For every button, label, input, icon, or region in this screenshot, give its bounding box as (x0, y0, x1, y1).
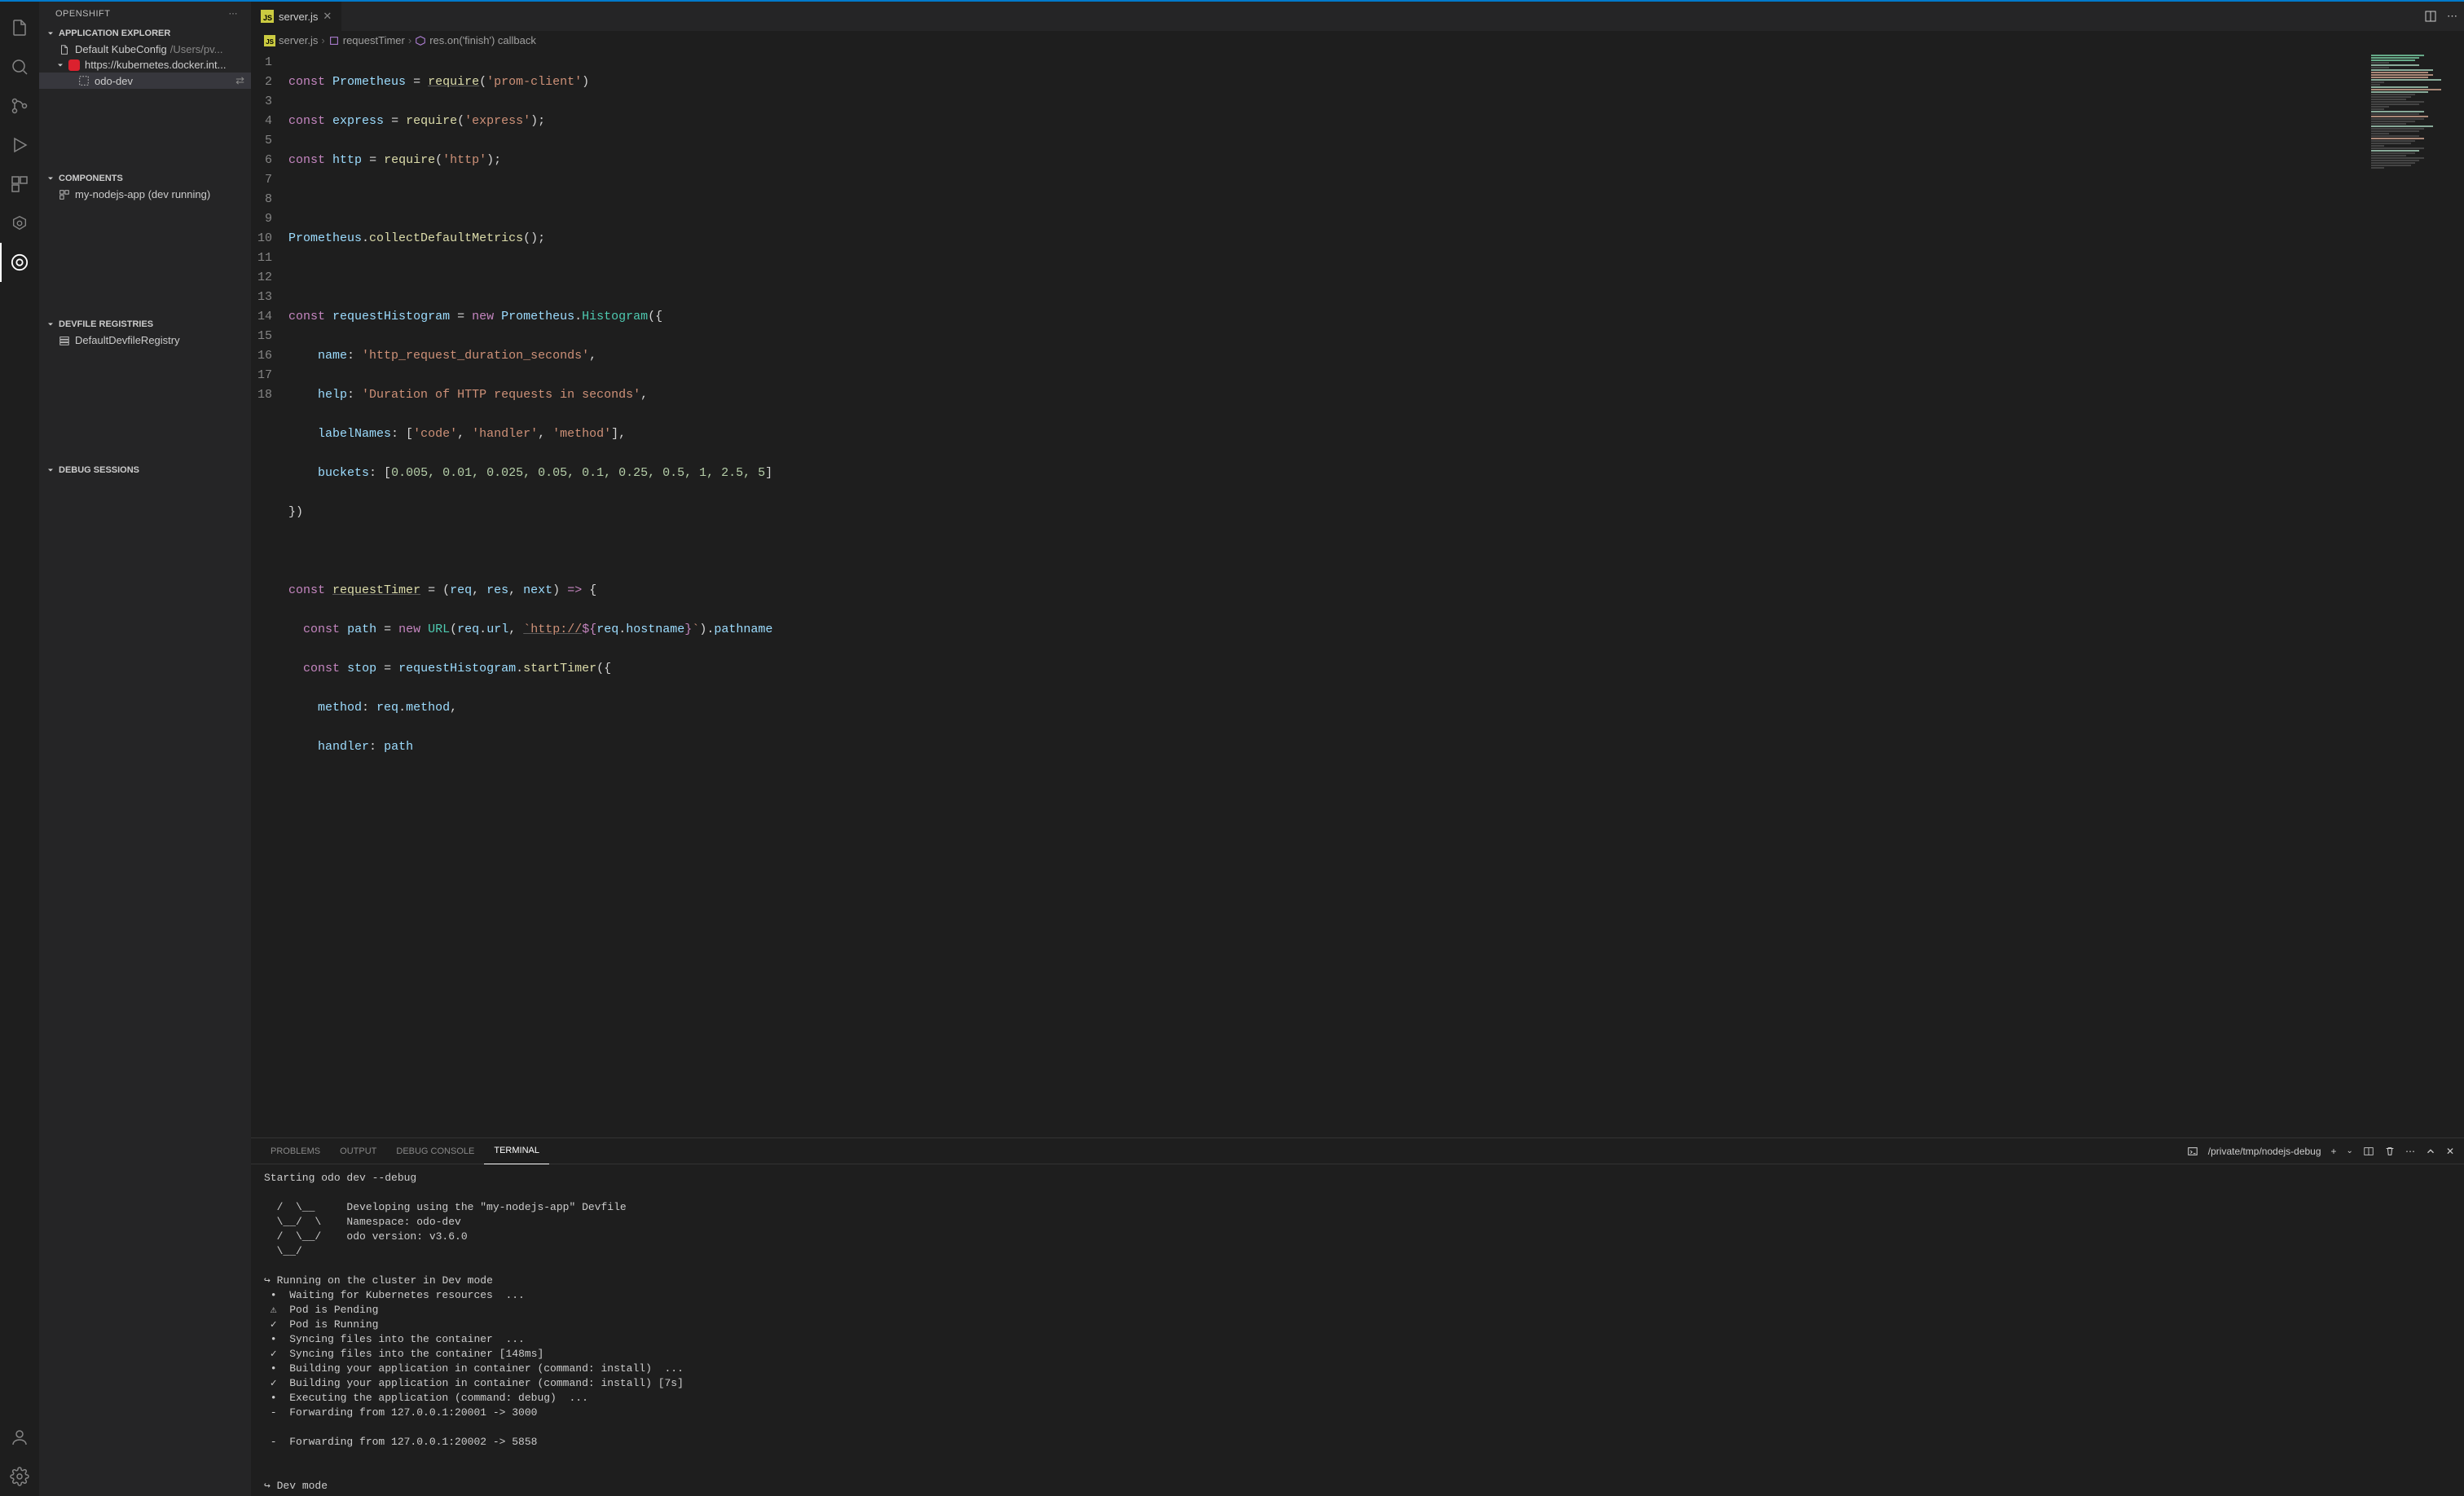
terminal-launch-icon[interactable] (2187, 1146, 2198, 1157)
code-content[interactable]: const Prometheus = require('prom-client'… (288, 50, 772, 1137)
panel-tab-terminal[interactable]: TERMINAL (484, 1138, 549, 1164)
tree-item-component[interactable]: my-nodejs-app (dev running) (39, 187, 251, 202)
registry-icon (59, 335, 70, 346)
section-debug: DEBUG SESSIONS (39, 462, 251, 478)
chevron-down-icon (46, 174, 55, 183)
split-terminal-icon[interactable] (2363, 1146, 2374, 1157)
breadcrumb-sep: › (408, 34, 411, 46)
tab-actions: ⋯ (2418, 2, 2464, 31)
settings-gear-icon[interactable] (0, 1457, 39, 1496)
sidebar-header: OPENSHIFT ⋯ (39, 2, 251, 25)
activity-bar (0, 2, 39, 1496)
app-root: OPENSHIFT ⋯ APPLICATION EXPLORER Default… (0, 0, 2464, 1496)
explorer-icon[interactable] (0, 8, 39, 47)
method-icon (415, 35, 426, 46)
chevron-down-icon (46, 465, 55, 475)
file-icon (59, 44, 70, 55)
breadcrumb-sep: › (321, 34, 324, 46)
tree-label: DefaultDevfileRegistry (75, 334, 180, 346)
openshift-cluster-icon (68, 59, 80, 71)
sidebar: OPENSHIFT ⋯ APPLICATION EXPLORER Default… (39, 2, 251, 1496)
accounts-icon[interactable] (0, 1418, 39, 1457)
tree-item-cluster[interactable]: https://kubernetes.docker.int... (39, 57, 251, 73)
namespace-icon (78, 75, 90, 86)
javascript-icon: JS (264, 35, 275, 46)
section-title: APPLICATION EXPLORER (59, 29, 170, 38)
section-title: DEVFILE REGISTRIES (59, 319, 153, 329)
section-header-debug[interactable]: DEBUG SESSIONS (39, 462, 251, 478)
javascript-icon: JS (261, 10, 274, 23)
section-app-explorer: APPLICATION EXPLORER Default KubeConfig … (39, 25, 251, 89)
breadcrumbs[interactable]: JS server.js › requestTimer › res.on('fi… (251, 31, 2464, 50)
tree-label: Default KubeConfig (75, 43, 167, 55)
panel-tabs: PROBLEMS OUTPUT DEBUG CONSOLE TERMINAL /… (251, 1138, 2464, 1164)
openshift-icon[interactable] (0, 243, 39, 282)
breadcrumb-symbol[interactable]: requestTimer (343, 34, 405, 46)
main-area: JS server.js ✕ ⋯ JS server.js › requestT… (251, 2, 2464, 1496)
run-debug-icon[interactable] (0, 125, 39, 165)
line-gutter: 123456789101112131415161718 (251, 50, 288, 1137)
breadcrumb-file[interactable]: server.js (279, 34, 318, 46)
chevron-down-icon[interactable]: ⌄ (2347, 1146, 2353, 1155)
more-icon[interactable]: ⋯ (229, 8, 239, 19)
more-icon[interactable]: ⋯ (2405, 1146, 2415, 1157)
terminal-dropdown[interactable]: /private/tmp/nodejs-debug (2208, 1146, 2321, 1157)
section-title: COMPONENTS (59, 174, 123, 183)
source-control-icon[interactable] (0, 86, 39, 125)
bottom-panel: PROBLEMS OUTPUT DEBUG CONSOLE TERMINAL /… (251, 1137, 2464, 1496)
kubernetes-icon[interactable] (0, 204, 39, 243)
more-icon[interactable]: ⋯ (2447, 10, 2457, 23)
terminal-output[interactable]: Starting odo dev --debug / \__ Developin… (251, 1164, 2464, 1496)
close-icon[interactable]: ✕ (323, 10, 332, 23)
panel-tab-debug-console[interactable]: DEBUG CONSOLE (386, 1138, 484, 1164)
tree-label: https://kubernetes.docker.int... (85, 59, 226, 71)
sidebar-title: OPENSHIFT (55, 9, 110, 19)
tab-label: server.js (279, 11, 318, 23)
tree-item-registry[interactable]: DefaultDevfileRegistry (39, 332, 251, 348)
section-title: DEBUG SESSIONS (59, 465, 139, 475)
split-editor-icon[interactable] (2424, 10, 2437, 23)
sync-icon[interactable]: ⇄ (235, 74, 244, 87)
code-editor[interactable]: 123456789101112131415161718 const Promet… (251, 50, 2366, 1137)
panel-tab-problems[interactable]: PROBLEMS (261, 1138, 330, 1164)
minimap[interactable] (2366, 50, 2464, 1137)
tabs-bar: JS server.js ✕ ⋯ (251, 2, 2464, 31)
tree-path: /Users/pv... (170, 43, 223, 55)
close-panel-icon[interactable]: ✕ (2446, 1146, 2454, 1157)
breadcrumb-symbol[interactable]: res.on('finish') callback (429, 34, 536, 46)
chevron-down-icon (46, 29, 55, 38)
extensions-icon[interactable] (0, 165, 39, 204)
editor-wrap: 123456789101112131415161718 const Promet… (251, 50, 2464, 1137)
chevron-down-icon (55, 60, 65, 70)
panel-actions: /private/tmp/nodejs-debug + ⌄ ⋯ ✕ (2187, 1146, 2454, 1157)
tree-item-kubeconfig[interactable]: Default KubeConfig /Users/pv... (39, 42, 251, 57)
component-icon (59, 189, 70, 200)
section-components: COMPONENTS my-nodejs-app (dev running) (39, 170, 251, 202)
section-header-components[interactable]: COMPONENTS (39, 170, 251, 187)
tab-serverjs[interactable]: JS server.js ✕ (251, 2, 342, 31)
chevron-down-icon (46, 319, 55, 329)
trash-icon[interactable] (2384, 1146, 2396, 1157)
tree-label: odo-dev (95, 75, 133, 87)
search-icon[interactable] (0, 47, 39, 86)
tree-label: my-nodejs-app (dev running) (75, 188, 210, 200)
section-header-app-explorer[interactable]: APPLICATION EXPLORER (39, 25, 251, 42)
maximize-icon[interactable] (2425, 1146, 2436, 1157)
tree-item-namespace[interactable]: odo-dev ⇄ (39, 73, 251, 89)
section-devfile: DEVFILE REGISTRIES DefaultDevfileRegistr… (39, 316, 251, 348)
section-header-devfile[interactable]: DEVFILE REGISTRIES (39, 316, 251, 332)
method-icon (328, 35, 340, 46)
new-terminal-icon[interactable]: + (2331, 1146, 2337, 1157)
panel-tab-output[interactable]: OUTPUT (330, 1138, 386, 1164)
